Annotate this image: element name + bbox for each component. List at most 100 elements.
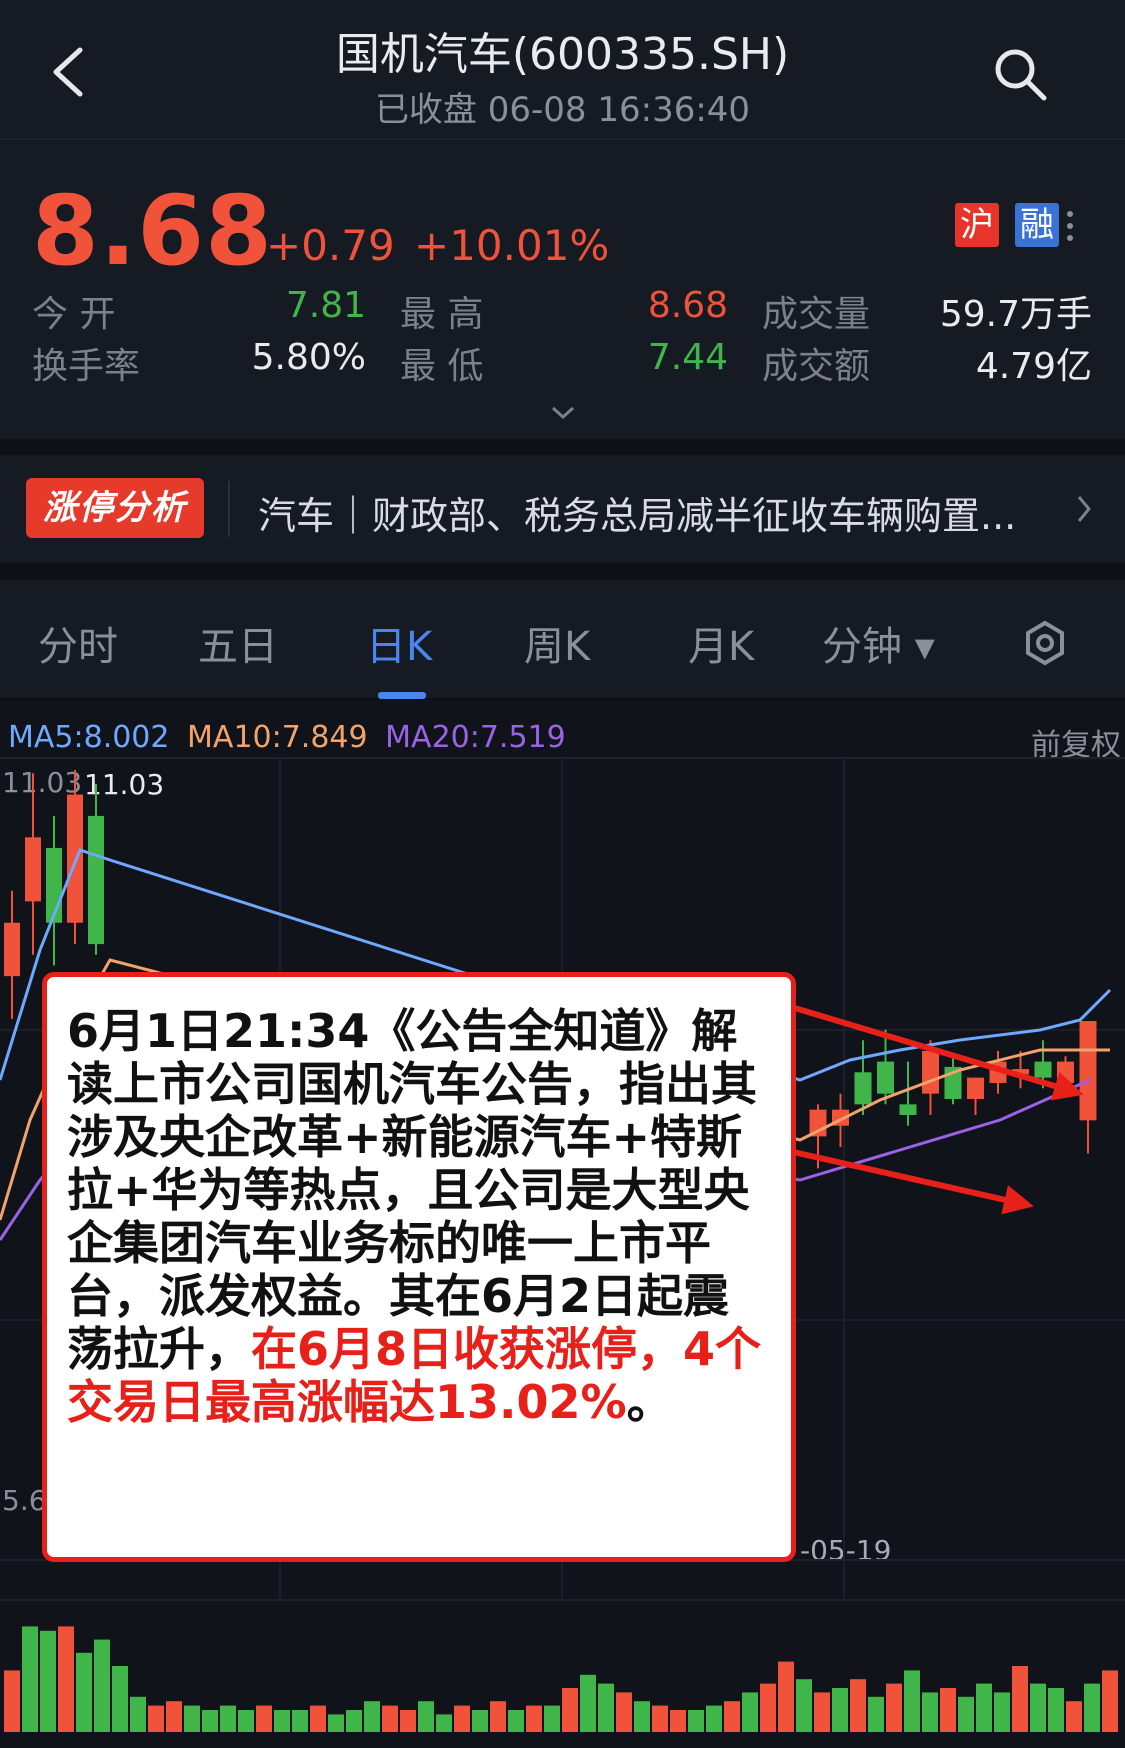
candle bbox=[989, 1061, 1007, 1083]
candle bbox=[922, 1050, 939, 1094]
chart-period-tabs: 分时 五日 日K 周K 月K 分钟 ▾ bbox=[0, 580, 1125, 699]
volume-bar bbox=[1084, 1683, 1100, 1732]
volume-bar bbox=[1012, 1666, 1028, 1732]
active-tab-indicator bbox=[378, 692, 426, 699]
volume-value: 59.7万手 bbox=[939, 294, 1092, 335]
tab-weekly-k[interactable]: 周K bbox=[524, 614, 590, 672]
high-label: 最 高 bbox=[400, 294, 484, 335]
volume-bar bbox=[22, 1626, 38, 1732]
limit-up-analysis-tag: 涨停分析 bbox=[26, 478, 204, 538]
volume-bar bbox=[976, 1683, 992, 1732]
volume-bar bbox=[1048, 1688, 1064, 1732]
turnover-label: 换手率 bbox=[32, 346, 141, 387]
volume-bar bbox=[994, 1692, 1010, 1732]
volume-bar bbox=[310, 1705, 326, 1732]
volume-bar bbox=[616, 1692, 632, 1732]
volume-bar bbox=[778, 1661, 794, 1732]
volume-bar bbox=[184, 1705, 200, 1732]
volume-bar bbox=[706, 1705, 722, 1732]
volume-bar bbox=[274, 1710, 290, 1732]
low-label: 最 低 bbox=[400, 346, 484, 387]
candle bbox=[1034, 1061, 1052, 1078]
candle bbox=[88, 815, 104, 945]
volume-bar bbox=[562, 1688, 578, 1732]
volume-bar bbox=[634, 1701, 650, 1732]
volume-bar bbox=[1030, 1683, 1046, 1732]
candle bbox=[25, 837, 41, 902]
volume-bar bbox=[148, 1705, 164, 1732]
candle bbox=[877, 1061, 894, 1094]
tab-monthly-k[interactable]: 月K bbox=[688, 614, 754, 672]
last-price: 8.68 bbox=[32, 175, 273, 287]
volume-bar bbox=[814, 1692, 830, 1732]
volume-bar bbox=[742, 1692, 758, 1732]
tab-intraday[interactable]: 分时 bbox=[38, 614, 118, 672]
chart-settings-icon[interactable] bbox=[1022, 620, 1068, 666]
margin-badge[interactable]: 融 bbox=[1015, 203, 1059, 247]
volume-bar bbox=[490, 1701, 506, 1732]
volume-label: 成交量 bbox=[762, 294, 871, 335]
volume-bar bbox=[886, 1683, 902, 1732]
tab-five-day[interactable]: 五日 bbox=[198, 614, 278, 672]
high-value: 8.68 bbox=[647, 285, 728, 326]
annotation-callout: 6月1日21:34《公告全知道》解读上市公司国机汽车公告，指出其涉及央企改革+新… bbox=[42, 972, 796, 1562]
volume-bar bbox=[760, 1683, 776, 1732]
search-icon[interactable] bbox=[990, 44, 1050, 104]
volume-bar bbox=[922, 1692, 938, 1732]
volume-bar bbox=[508, 1710, 524, 1732]
volume-bar bbox=[832, 1688, 848, 1732]
volume-bar bbox=[112, 1666, 128, 1732]
volume-bar bbox=[958, 1696, 974, 1732]
top-bar: 国机汽车(600335.SH) 已收盘 06-08 16:36:40 bbox=[0, 0, 1125, 140]
chevron-down-icon[interactable] bbox=[550, 405, 576, 421]
turnover-value: 5.80% bbox=[251, 337, 366, 378]
volume-bar bbox=[400, 1710, 416, 1732]
volume-bar bbox=[1102, 1670, 1118, 1732]
volume-bar bbox=[130, 1696, 146, 1732]
shanghai-badge[interactable]: 沪 bbox=[955, 203, 999, 247]
candle bbox=[854, 1072, 872, 1105]
limit-up-analysis-banner[interactable]: 涨停分析 汽车｜财政部、税务总局减半征收车辆购置... bbox=[0, 455, 1125, 563]
volume-bar bbox=[436, 1714, 452, 1732]
news-headline[interactable]: 汽车｜财政部、税务总局减半征收车辆购置... bbox=[258, 485, 1016, 540]
volume-bar bbox=[256, 1705, 272, 1732]
volume-bar bbox=[94, 1639, 110, 1732]
open-value: 7.81 bbox=[285, 285, 366, 326]
market-status: 已收盘 06-08 16:36:40 bbox=[374, 90, 751, 130]
quote-panel: 8.68 +0.79 +10.01% 沪 融 今 开 7.81 最 高 8.68… bbox=[0, 141, 1125, 439]
volume-bar bbox=[202, 1710, 218, 1732]
candle bbox=[1057, 1061, 1074, 1083]
volume-bar bbox=[292, 1710, 308, 1732]
annotation-end: 。 bbox=[626, 1375, 673, 1429]
volume-bar bbox=[328, 1714, 344, 1732]
chevron-right-icon[interactable] bbox=[1076, 493, 1092, 525]
more-vertical-icon[interactable] bbox=[1066, 209, 1074, 243]
price-change: +0.79 bbox=[266, 221, 395, 270]
volume-bar bbox=[670, 1710, 686, 1732]
volume-bar bbox=[454, 1705, 470, 1732]
candle bbox=[967, 1077, 984, 1099]
volume-bar bbox=[544, 1705, 560, 1732]
volume-bar bbox=[724, 1701, 740, 1732]
volume-bar bbox=[904, 1670, 920, 1732]
volume-bar bbox=[58, 1626, 74, 1732]
price-change-percent: +10.01% bbox=[414, 221, 610, 270]
volume-bar bbox=[652, 1705, 668, 1732]
candle bbox=[1079, 1021, 1097, 1121]
amount-value: 4.79亿 bbox=[975, 346, 1092, 387]
volume-bar bbox=[220, 1705, 236, 1732]
annotation-text: 6月1日21:34《公告全知道》解读上市公司国机汽车公告，指出其涉及央企改革+新… bbox=[67, 1004, 757, 1376]
volume-bar bbox=[418, 1701, 434, 1732]
volume-bar bbox=[868, 1696, 884, 1732]
volume-bar bbox=[526, 1705, 542, 1732]
volume-bar bbox=[688, 1710, 704, 1732]
volume-bar bbox=[238, 1710, 254, 1732]
volume-bar bbox=[796, 1679, 812, 1732]
volume-bar bbox=[40, 1630, 56, 1732]
candle bbox=[1012, 1069, 1029, 1075]
tab-daily-k[interactable]: 日K bbox=[366, 614, 432, 672]
volume-bar bbox=[346, 1710, 362, 1732]
divider bbox=[228, 481, 230, 537]
volume-bar bbox=[1066, 1701, 1082, 1732]
tab-minute[interactable]: 分钟 ▾ bbox=[822, 614, 935, 672]
